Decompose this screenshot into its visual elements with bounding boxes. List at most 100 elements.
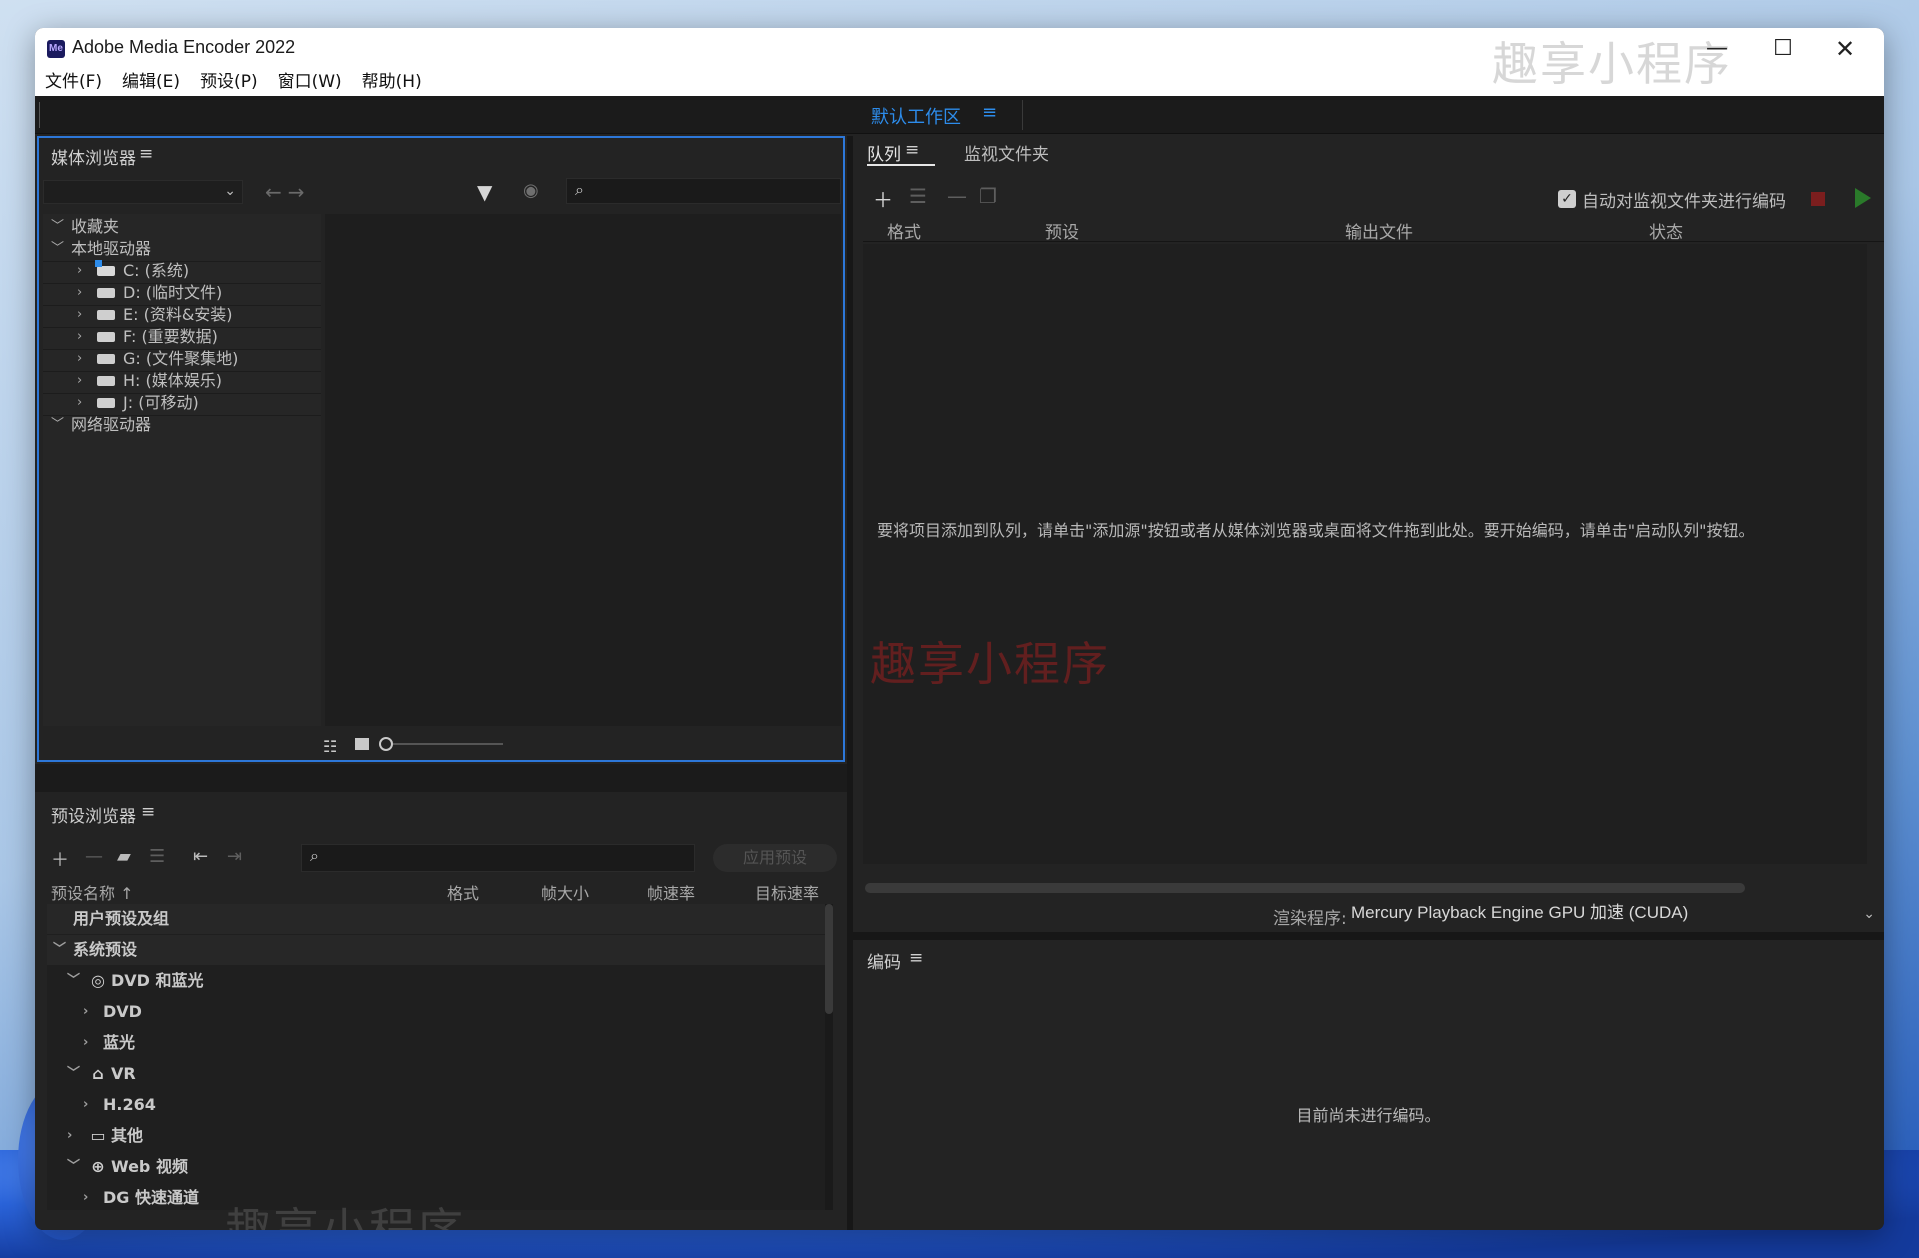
column-preset-name[interactable]: 预设名称 ↑ [51, 880, 134, 904]
tree-item-network-drives[interactable]: ﹀ 网络驱动器 [43, 412, 321, 438]
column-frame-size[interactable]: 帧大小 [541, 880, 589, 904]
filter-icon[interactable]: ▼ [477, 180, 492, 204]
remove-preset-icon[interactable]: — [85, 846, 103, 867]
hard-drive-icon [97, 354, 115, 364]
preset-search-input[interactable]: ⌕ [301, 844, 695, 872]
preset-row-other[interactable]: › ▭ 其他 [47, 1121, 833, 1151]
hard-drive-icon [97, 332, 115, 342]
chevron-right-icon: › [67, 1128, 73, 1143]
column-format[interactable]: 格式 [887, 218, 921, 243]
preset-row-label: H.264 [103, 1095, 156, 1114]
hard-drive-icon [97, 398, 115, 408]
queue-menu-icon[interactable]: ≡ [905, 140, 919, 160]
preset-row-label: 蓝光 [103, 1033, 136, 1052]
media-browser-title[interactable]: 媒体浏览器 [51, 144, 136, 169]
media-browser-panel: 媒体浏览器 ≡ ⌄ ←→ ▼ ◉ ⌕ ﹀ 收藏夹 ﹀ 本地驱动器 › C: (系… [37, 136, 845, 762]
new-group-icon[interactable]: ▰ [117, 846, 131, 867]
zoom-slider-track[interactable] [393, 743, 503, 745]
chevron-right-icon: › [83, 1035, 89, 1050]
system-drive-icon [95, 260, 115, 276]
renderer-value: Mercury Playback Engine GPU 加速 (CUDA) [1351, 903, 1689, 922]
monitor-icon: ▭ [90, 1126, 106, 1145]
column-frame-rate[interactable]: 帧速率 [647, 880, 695, 904]
auto-encode-checkbox[interactable]: ✓ [1558, 190, 1576, 208]
remove-item-icon[interactable]: — [947, 184, 967, 208]
search-icon: ⌕ [575, 180, 584, 199]
encoding-title[interactable]: 编码 [867, 948, 901, 973]
import-preset-icon[interactable]: ⇤ [193, 846, 208, 867]
stop-queue-button[interactable] [1811, 192, 1825, 206]
queue-list[interactable]: 要将项目添加到队列，请单击"添加源"按钮或者从媒体浏览器或桌面将文件拖到此处。要… [863, 244, 1867, 864]
preset-browser-title[interactable]: 预设浏览器 [51, 802, 136, 827]
column-format[interactable]: 格式 [447, 880, 479, 904]
preset-row-label: VR [111, 1064, 136, 1083]
preset-settings-icon[interactable]: ☰ [149, 846, 165, 867]
preset-row-system-presets[interactable]: ﹀ 系统预设 [47, 935, 833, 965]
zoom-slider-handle[interactable] [379, 737, 393, 751]
preset-row-user-presets[interactable]: 用户预设及组 [47, 904, 833, 934]
encoding-menu-icon[interactable]: ≡ [909, 948, 923, 968]
back-forward-icon[interactable]: ←→ [265, 180, 311, 204]
chevron-down-icon: ﹀ [67, 973, 81, 988]
chevron-down-icon: ﹀ [51, 417, 65, 432]
preset-row-label: Web 视频 [111, 1157, 188, 1176]
preset-row-web-video[interactable]: ﹀ ⊕ Web 视频 [47, 1152, 833, 1182]
preset-row-label: 用户预设及组 [73, 909, 170, 928]
location-dropdown[interactable]: ⌄ [43, 180, 243, 204]
workspace-tab-default[interactable]: 默认工作区 [871, 103, 961, 129]
close-button[interactable]: ✕ [1820, 34, 1870, 64]
auto-encode-label: 自动对监视文件夹进行编码 [1582, 192, 1786, 212]
preset-row-dvd[interactable]: › DVD [47, 997, 833, 1027]
apply-preset-button[interactable]: 应用预设 [713, 844, 837, 872]
scrollbar-thumb[interactable] [825, 904, 833, 1014]
duplicate-item-icon[interactable]: ❐ [979, 184, 997, 208]
preset-row-dvd-bluray[interactable]: ﹀ ◎ DVD 和蓝光 [47, 966, 833, 996]
column-target-rate[interactable]: 目标速率 [755, 880, 819, 904]
preset-row-h264[interactable]: › H.264 [47, 1090, 833, 1120]
list-view-icon[interactable]: ☷ [323, 737, 337, 756]
preset-row-bluray[interactable]: › 蓝光 [47, 1028, 833, 1058]
tab-queue[interactable]: 队列 [867, 140, 901, 165]
preset-browser-menu-icon[interactable]: ≡ [141, 802, 155, 822]
chevron-right-icon: › [83, 1097, 89, 1112]
menu-help[interactable]: 帮助(H) [352, 68, 432, 96]
media-content-area[interactable] [325, 214, 841, 726]
column-preset[interactable]: 预设 [1045, 218, 1079, 243]
preset-list: 用户预设及组 ﹀ 系统预设 ﹀ ◎ DVD 和蓝光 › DVD › 蓝光 ﹀ ⌂ [47, 904, 833, 1210]
start-queue-button[interactable] [1855, 188, 1871, 208]
preset-row-label: DG 快速通道 [103, 1188, 199, 1207]
add-source-icon[interactable]: ＋ [873, 184, 893, 213]
menu-window[interactable]: 窗口(W) [268, 68, 352, 96]
folder-tree: ﹀ 收藏夹 ﹀ 本地驱动器 › C: (系统) › D: (临时文件) › E:… [43, 214, 321, 726]
preset-browser-panel: 预设浏览器 ≡ ＋ — ▰ ☰ ⇤ ⇥ ⌕ 应用预设 预设名称 ↑ 格式 帧大小… [37, 794, 845, 1230]
media-toolbar: ⌄ ←→ ▼ ◉ ⌕ [43, 178, 841, 206]
vr-headset-icon: ⌂ [92, 1064, 104, 1083]
chevron-right-icon: › [83, 1004, 89, 1019]
hard-drive-icon [97, 288, 115, 298]
media-browser-menu-icon[interactable]: ≡ [139, 144, 153, 164]
preset-row-label: 其他 [111, 1126, 144, 1145]
tab-watch-folders[interactable]: 监视文件夹 [964, 140, 1049, 165]
preset-row-vr[interactable]: ﹀ ⌂ VR [47, 1059, 833, 1089]
search-icon: ⌕ [310, 846, 319, 865]
add-preset-icon[interactable]: ＋ [51, 846, 69, 872]
queue-horizontal-scrollbar[interactable] [865, 883, 1745, 893]
eye-icon[interactable]: ◉ [523, 180, 539, 201]
menu-edit[interactable]: 编辑(E) [112, 68, 190, 96]
column-status[interactable]: 状态 [1649, 218, 1683, 243]
queue-settings-icon[interactable]: ☰ [909, 184, 927, 208]
workspace-menu-icon[interactable]: ≡ [982, 102, 997, 123]
thumbnail-view-icon[interactable] [355, 738, 369, 750]
watermark-bottom: 趣享小程序 [225, 1203, 465, 1230]
menu-file[interactable]: 文件(F) [35, 68, 112, 96]
hard-drive-icon [97, 310, 115, 320]
chevron-down-icon: ﹀ [67, 1159, 81, 1174]
preset-vertical-scrollbar[interactable] [825, 904, 833, 1210]
menu-preset[interactable]: 预设(P) [190, 68, 268, 96]
media-search-input[interactable]: ⌕ [566, 178, 841, 204]
export-preset-icon[interactable]: ⇥ [227, 846, 242, 867]
renderer-select[interactable]: Mercury Playback Engine GPU 加速 (CUDA) ⌄ [1339, 898, 1883, 928]
column-output-file[interactable]: 输出文件 [1345, 218, 1413, 243]
maximize-button[interactable]: ☐ [1758, 34, 1808, 64]
minimize-button[interactable]: — [1692, 34, 1742, 64]
